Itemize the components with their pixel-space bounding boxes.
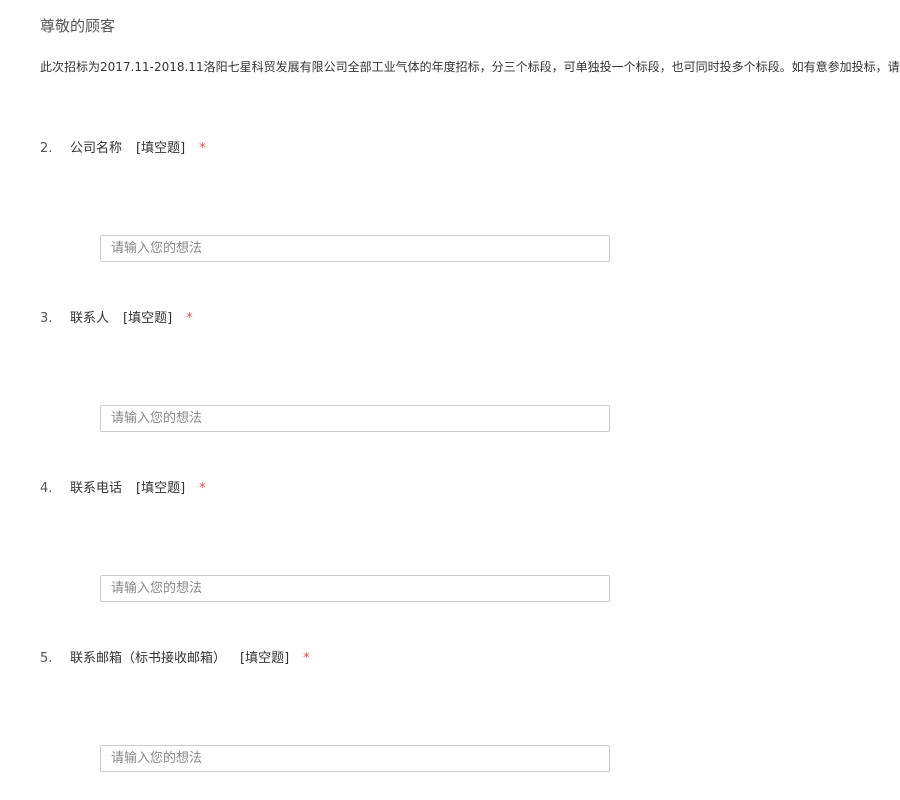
- question-company-name: 2. 公司名称 [填空题] *: [40, 137, 206, 156]
- greeting-heading: 尊敬的顾客: [40, 17, 116, 35]
- question-number: 2.: [40, 141, 53, 156]
- question-type-label: [填空题]: [136, 481, 186, 496]
- question-number: 3.: [40, 311, 53, 326]
- question-contact-person: 3. 联系人 [填空题] *: [40, 307, 193, 326]
- question-title: 联系邮箱（标书接收邮箱）: [70, 651, 227, 666]
- contact-phone-input[interactable]: [100, 575, 610, 602]
- company-name-input[interactable]: [100, 235, 610, 262]
- contact-email-input[interactable]: [100, 745, 610, 772]
- intro-text: 此次招标为2017.11-2018.11洛阳七星科贸发展有限公司全部工业气体的年…: [40, 60, 900, 74]
- question-title: 联系电话: [70, 481, 123, 496]
- required-asterisk: *: [186, 311, 193, 326]
- required-asterisk: *: [199, 481, 206, 496]
- question-number: 4.: [40, 481, 53, 496]
- question-type-label: [填空题]: [136, 141, 186, 156]
- question-number: 5.: [40, 651, 53, 666]
- question-type-label: [填空题]: [240, 651, 290, 666]
- question-type-label: [填空题]: [123, 311, 173, 326]
- question-contact-phone: 4. 联系电话 [填空题] *: [40, 477, 206, 496]
- required-asterisk: *: [303, 651, 310, 666]
- question-title: 联系人: [70, 311, 110, 326]
- required-asterisk: *: [199, 141, 206, 156]
- contact-person-input[interactable]: [100, 405, 610, 432]
- question-title: 公司名称: [70, 141, 123, 156]
- question-contact-email: 5. 联系邮箱（标书接收邮箱） [填空题] *: [40, 647, 310, 666]
